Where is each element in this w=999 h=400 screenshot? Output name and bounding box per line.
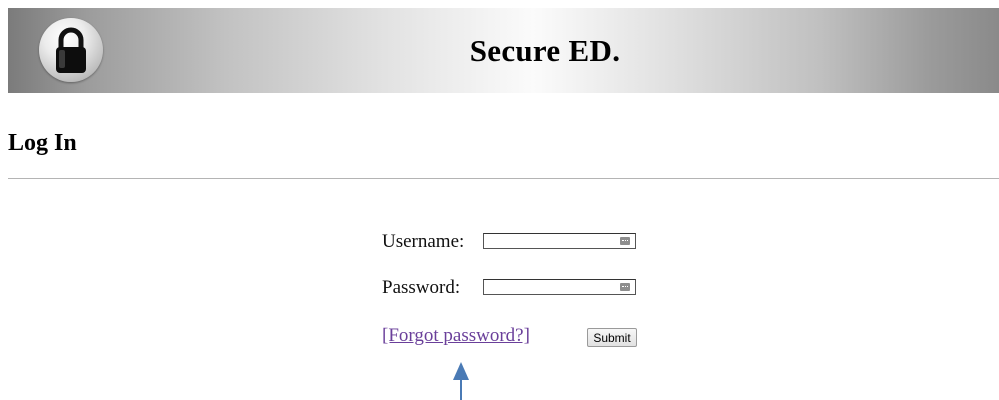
forgot-password-link[interactable]: [Forgot password?] (382, 325, 530, 347)
password-label: Password: (382, 276, 461, 298)
password-input[interactable] (483, 279, 636, 295)
site-title: Secure ED. (469, 33, 621, 68)
submit-button[interactable]: Submit (587, 328, 637, 347)
password-manager-key-icon[interactable] (620, 237, 630, 245)
username-label: Username: (382, 230, 465, 252)
login-page: Secure ED. Log In Username: Password: [F… (0, 0, 999, 400)
up-arrow-icon (453, 362, 469, 400)
heading-divider (8, 178, 999, 179)
password-row: Password: (382, 276, 636, 299)
username-row: Username: (382, 230, 636, 253)
page-title: Log In (8, 130, 77, 156)
username-input[interactable] (483, 233, 636, 249)
password-manager-key-icon[interactable] (620, 283, 630, 291)
header-banner: Secure ED. (8, 8, 999, 93)
